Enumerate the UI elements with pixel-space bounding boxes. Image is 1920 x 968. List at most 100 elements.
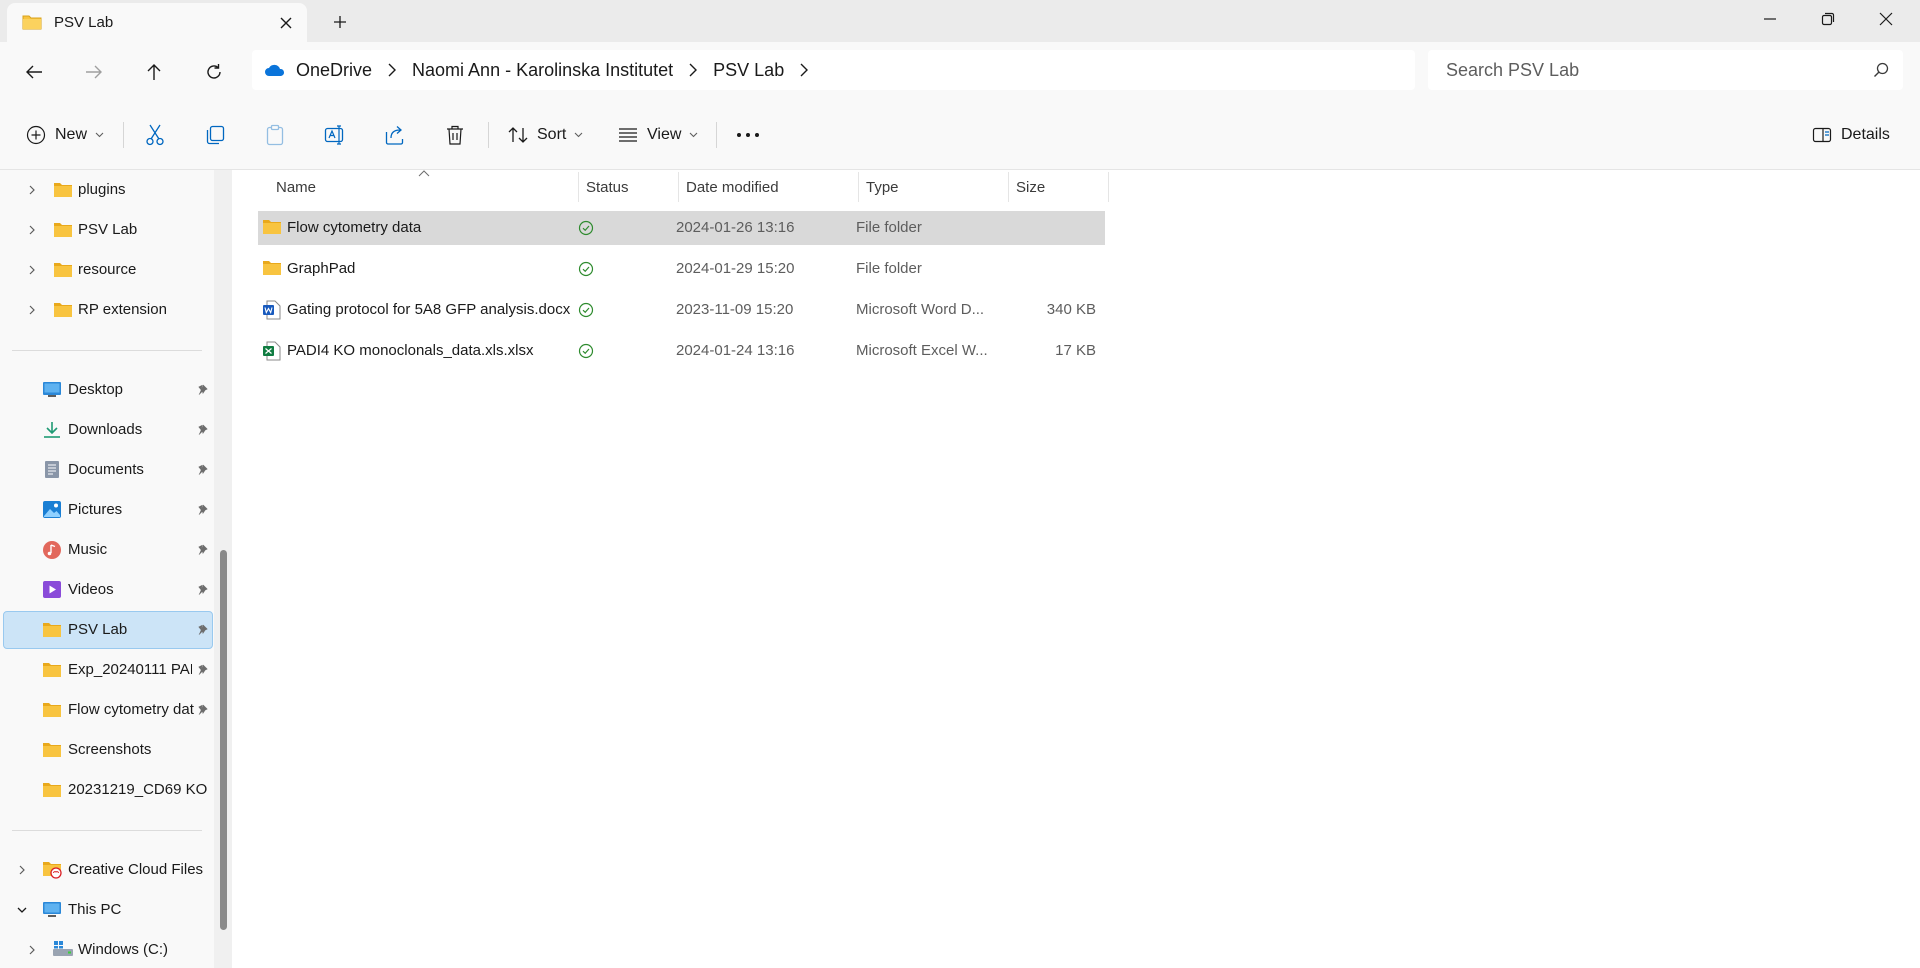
quick-access-exp-padi4[interactable]: Exp_20240111 PADI4 KO	[0, 651, 212, 689]
share-button[interactable]	[384, 117, 406, 153]
nav-tree-item-rp-extension[interactable]: RP extension	[0, 291, 212, 329]
word-doc-icon	[262, 300, 282, 320]
column-divider[interactable]	[1008, 172, 1009, 202]
column-divider[interactable]	[858, 172, 859, 202]
column-divider[interactable]	[578, 172, 579, 202]
file-date-modified: 2024-01-26 13:16	[676, 219, 795, 236]
nav-creative-cloud-files[interactable]: Creative Cloud Files	[0, 851, 212, 889]
pin-icon[interactable]	[196, 424, 208, 436]
paste-icon	[264, 124, 286, 146]
column-header-size[interactable]: Size	[1016, 170, 1096, 204]
nav-label: Desktop	[68, 381, 124, 398]
drive-icon	[52, 940, 74, 958]
pin-icon[interactable]	[196, 584, 208, 596]
forward-button[interactable]	[74, 52, 114, 92]
documents-icon	[42, 460, 62, 479]
sort-button[interactable]: Sort	[508, 117, 583, 153]
file-row-graphpad[interactable]: GraphPad 2024-01-29 15:20 File folder	[258, 252, 1105, 286]
nav-label: Flow cytometry data	[68, 701, 194, 718]
synced-status-icon	[578, 220, 594, 236]
new-tab-button[interactable]	[329, 11, 351, 33]
chevron-right-icon[interactable]	[24, 262, 40, 278]
quick-access-psv-lab[interactable]: PSV Lab	[3, 611, 213, 649]
quick-access-pictures[interactable]: Pictures	[0, 491, 212, 529]
breadcrumb[interactable]: OneDrive Naomi Ann - Karolinska Institut…	[252, 50, 1415, 90]
chevron-right-icon[interactable]	[372, 50, 412, 90]
quick-access-screenshots[interactable]: Screenshots	[0, 731, 212, 769]
chevron-right-icon[interactable]	[673, 50, 713, 90]
nav-label: Downloads	[68, 421, 143, 438]
pin-icon[interactable]	[196, 464, 208, 476]
file-name[interactable]: PADI4 KO monoclonals_data.xls.xlsx	[287, 342, 587, 359]
quick-access-videos[interactable]: Videos	[0, 571, 212, 609]
close-window-button[interactable]	[1857, 0, 1915, 38]
folder-icon	[42, 621, 62, 638]
restore-button[interactable]	[1799, 0, 1857, 38]
back-button[interactable]	[14, 52, 54, 92]
file-row-flow-cytometry-data[interactable]: Flow cytometry data 2024-01-26 13:16 Fil…	[258, 211, 1105, 245]
file-name[interactable]: Flow cytometry data	[287, 219, 587, 236]
chevron-right-icon[interactable]	[24, 942, 40, 958]
more-button[interactable]	[736, 117, 760, 153]
pin-icon[interactable]	[196, 504, 208, 516]
chevron-down-icon[interactable]	[14, 902, 30, 918]
up-button[interactable]	[134, 52, 174, 92]
breadcrumb-psv-lab[interactable]: PSV Lab	[713, 60, 784, 81]
nav-windows-c[interactable]: Windows (C:)	[0, 931, 212, 968]
column-divider[interactable]	[678, 172, 679, 202]
tab-psv-lab[interactable]: PSV Lab	[7, 3, 307, 42]
quick-access-desktop[interactable]: Desktop	[0, 371, 212, 409]
search-input[interactable]: Search PSV Lab	[1428, 50, 1903, 90]
file-date-modified: 2023-11-09 15:20	[676, 301, 794, 318]
nav-scrollbar-thumb[interactable]	[220, 550, 227, 930]
nav-tree-item-psv-lab[interactable]: PSV Lab	[0, 211, 212, 249]
quick-access-downloads[interactable]: Downloads	[0, 411, 212, 449]
quick-access-documents[interactable]: Documents	[0, 451, 212, 489]
creative-cloud-icon	[42, 860, 64, 879]
folder-icon	[42, 781, 62, 798]
pin-icon[interactable]	[196, 544, 208, 556]
column-divider[interactable]	[1108, 172, 1109, 202]
pin-icon[interactable]	[196, 624, 208, 636]
pin-icon[interactable]	[196, 384, 208, 396]
nav-this-pc[interactable]: This PC	[0, 891, 212, 929]
close-tab-icon[interactable]	[275, 12, 297, 34]
refresh-button[interactable]	[194, 52, 234, 92]
breadcrumb-naomi-ann[interactable]: Naomi Ann - Karolinska Institutet	[412, 60, 673, 81]
file-row-padi4-ko-monoclonals[interactable]: PADI4 KO monoclonals_data.xls.xlsx 2024-…	[258, 334, 1105, 368]
column-header-status[interactable]: Status	[586, 170, 676, 204]
chevron-down-icon	[574, 132, 583, 138]
new-button[interactable]: New	[26, 117, 104, 153]
chevron-right-icon[interactable]	[24, 182, 40, 198]
breadcrumb-onedrive[interactable]: OneDrive	[296, 60, 372, 81]
chevron-right-icon[interactable]	[784, 50, 824, 90]
onedrive-icon	[264, 63, 286, 77]
file-name[interactable]: Gating protocol for 5A8 GFP analysis.doc…	[287, 301, 587, 318]
column-header-date-modified[interactable]: Date modified	[686, 170, 856, 204]
chevron-right-icon[interactable]	[24, 222, 40, 238]
search-icon[interactable]	[1873, 62, 1889, 78]
column-header-name[interactable]: Name	[276, 170, 516, 204]
delete-button[interactable]	[444, 117, 466, 153]
chevron-right-icon[interactable]	[24, 302, 40, 318]
file-row-gating-protocol[interactable]: Gating protocol for 5A8 GFP analysis.doc…	[258, 293, 1105, 327]
chevron-right-icon[interactable]	[14, 862, 30, 878]
file-name[interactable]: GraphPad	[287, 260, 587, 277]
nav-tree-item-resource[interactable]: resource	[0, 251, 212, 289]
copy-button[interactable]	[204, 117, 226, 153]
column-header-type[interactable]: Type	[866, 170, 1006, 204]
pin-icon[interactable]	[196, 664, 208, 676]
cut-button[interactable]	[144, 117, 166, 153]
view-button[interactable]: View	[618, 117, 698, 153]
paste-button[interactable]	[264, 117, 286, 153]
rename-button[interactable]	[324, 117, 346, 153]
folder-icon	[262, 218, 282, 235]
details-button[interactable]: Details	[1812, 117, 1890, 153]
nav-tree-item-plugins[interactable]: plugins	[0, 171, 212, 209]
pin-icon[interactable]	[196, 704, 208, 716]
quick-access-flow-cytometry[interactable]: Flow cytometry data	[0, 691, 212, 729]
minimize-button[interactable]	[1741, 0, 1799, 38]
quick-access-music[interactable]: Music	[0, 531, 212, 569]
quick-access-cd69-ko[interactable]: 20231219_CD69 KO and	[0, 771, 212, 809]
nav-label: 20231219_CD69 KO and	[68, 781, 212, 798]
